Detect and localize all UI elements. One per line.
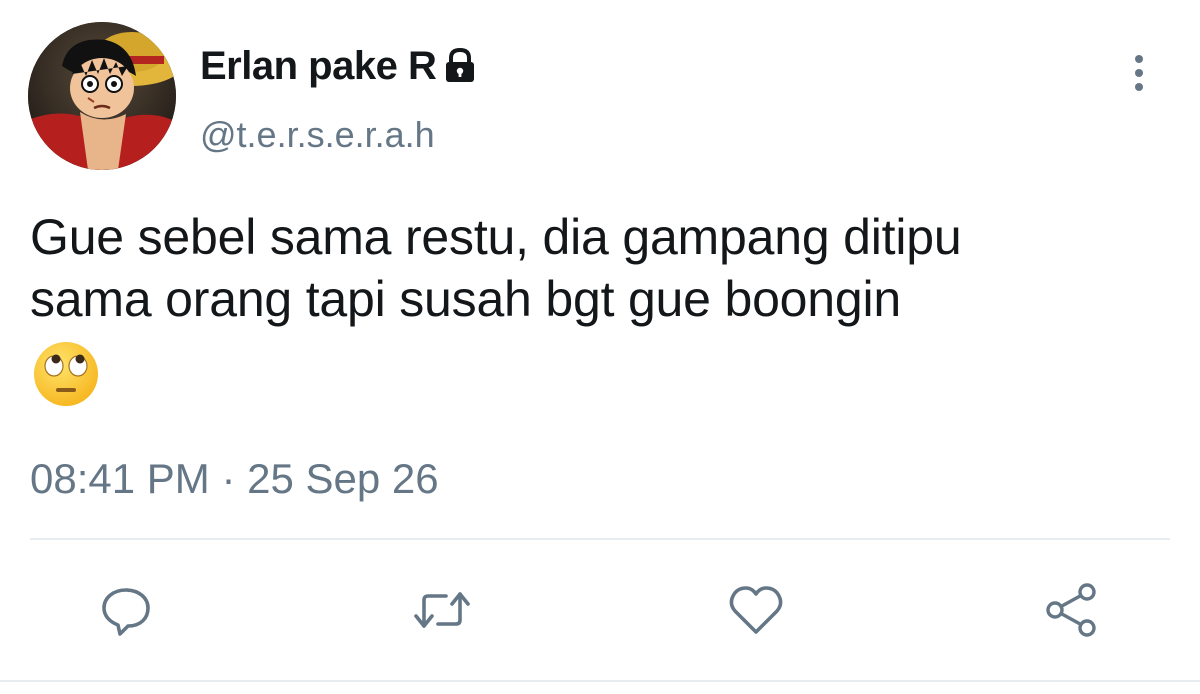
tweet-card: Erlan pake R @t.e.r.s.e.r.a.h Gue sebel …: [0, 0, 1200, 694]
retweet-button[interactable]: [412, 580, 472, 640]
tweet-timestamp[interactable]: 08:41 PM · 25 Sep 26: [30, 455, 439, 503]
more-options-button[interactable]: [1122, 48, 1156, 98]
reply-button[interactable]: [96, 580, 156, 640]
avatar-icon: [28, 22, 176, 170]
more-vertical-icon: [1135, 55, 1143, 91]
share-icon: [1046, 583, 1096, 637]
share-button[interactable]: [1042, 580, 1102, 640]
divider: [30, 538, 1170, 540]
lock-icon: [442, 47, 478, 85]
reply-icon: [102, 588, 150, 636]
author-name-row[interactable]: Erlan pake R: [200, 40, 478, 92]
like-icon: [729, 586, 783, 634]
author-handle[interactable]: @t.e.r.s.e.r.a.h: [200, 114, 435, 156]
like-button[interactable]: [726, 580, 786, 640]
tweet-actions-bar: [0, 572, 1200, 642]
display-name[interactable]: Erlan pake R: [200, 44, 437, 89]
bottom-divider: [0, 680, 1200, 682]
avatar[interactable]: [28, 22, 176, 170]
face-with-rolling-eyes-icon: [32, 340, 100, 408]
tweet-text: Gue sebel sama restu, dia gampang ditipu…: [30, 209, 962, 327]
retweet-icon: [414, 592, 470, 628]
